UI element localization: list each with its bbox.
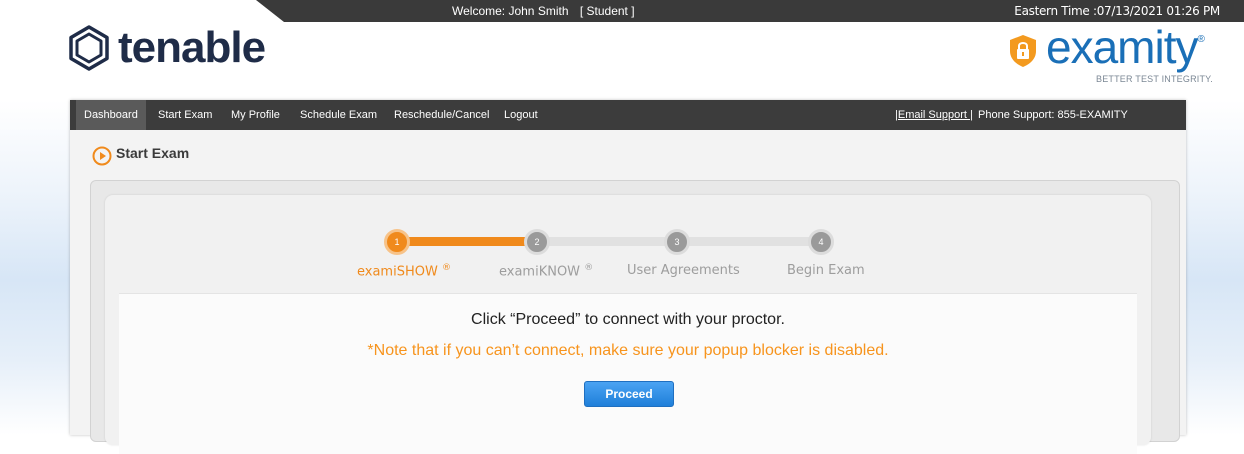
step-label-2-sup: ® bbox=[584, 263, 594, 273]
lock-shield-icon bbox=[1010, 35, 1036, 67]
page-title: Start Exam bbox=[116, 145, 190, 161]
step-circle-1: 1 bbox=[384, 229, 410, 255]
welcome-user: Welcome: John Smith bbox=[452, 4, 569, 18]
examity-registered-mark: ® bbox=[1197, 34, 1204, 45]
tenable-logo: tenable bbox=[66, 23, 266, 72]
phone-support: Phone Support: 855-EXAMITY bbox=[978, 109, 1128, 121]
exam-stepper: 1 2 3 4 examiSHOW ® examiKNOW ® User Agr… bbox=[105, 195, 1151, 279]
proceed-card: Click “Proceed” to connect with your pro… bbox=[119, 293, 1137, 454]
top-bar: Welcome: John Smith [ Student ] Eastern … bbox=[0, 0, 1244, 22]
tenable-wordmark: tenable bbox=[118, 23, 266, 72]
tenable-hexagon-icon bbox=[69, 25, 109, 71]
user-role: [ Student ] bbox=[579, 4, 635, 18]
step-label-1: examiSHOW ® bbox=[357, 263, 451, 279]
page-header: Start Exam bbox=[70, 130, 1186, 172]
examity-wordmark-text: examity bbox=[1046, 21, 1198, 73]
nav-schedule-exam[interactable]: Schedule Exam bbox=[300, 100, 377, 130]
step-label-1-sup: ® bbox=[441, 263, 451, 273]
step-track-3-4 bbox=[677, 237, 817, 246]
exam-panel: 1 2 3 4 examiSHOW ® examiKNOW ® User Agr… bbox=[105, 195, 1151, 454]
step-circle-4: 4 bbox=[808, 229, 834, 255]
welcome-text: Welcome: John Smith [ Student ] bbox=[452, 4, 635, 18]
nav-my-profile[interactable]: My Profile bbox=[231, 100, 280, 130]
nav-start-exam[interactable]: Start Exam bbox=[158, 100, 212, 130]
nav-dashboard[interactable]: Dashboard bbox=[76, 100, 146, 130]
main-frame: Dashboard Start Exam My Profile Schedule… bbox=[70, 100, 1186, 454]
step-label-4: Begin Exam bbox=[787, 263, 865, 278]
nav-reschedule-cancel[interactable]: Reschedule/Cancel bbox=[394, 100, 489, 130]
exam-panel-outer: 1 2 3 4 examiSHOW ® examiKNOW ® User Agr… bbox=[90, 180, 1180, 454]
step-circle-3: 3 bbox=[664, 229, 690, 255]
step-track-2-3 bbox=[537, 237, 677, 246]
popup-blocker-note: *Note that if you can’t connect, make su… bbox=[367, 342, 889, 359]
step-label-2-text: examiKNOW bbox=[499, 264, 581, 280]
nav-logout[interactable]: Logout bbox=[504, 100, 538, 130]
step-label-3: User Agreements bbox=[627, 263, 740, 278]
examity-logo: examity® BETTER TEST INTEGRITY. bbox=[1008, 20, 1213, 98]
proceed-instruction: Click “Proceed” to connect with your pro… bbox=[471, 311, 785, 328]
step-circle-2: 2 bbox=[524, 229, 550, 255]
play-circle-icon bbox=[92, 146, 112, 166]
step-track-1-2 bbox=[407, 237, 537, 246]
step-label-2: examiKNOW ® bbox=[499, 263, 593, 279]
email-support-link[interactable]: |Email Support | bbox=[895, 100, 973, 130]
main-nav: Dashboard Start Exam My Profile Schedule… bbox=[70, 100, 1186, 130]
eastern-time: Eastern Time :07/13/2021 01:26 PM bbox=[1014, 4, 1220, 18]
examity-wordmark: examity® bbox=[1046, 20, 1205, 74]
step-label-1-text: examiSHOW bbox=[357, 264, 438, 280]
proceed-button[interactable]: Proceed bbox=[584, 381, 674, 407]
examity-tagline: BETTER TEST INTEGRITY. bbox=[1096, 74, 1213, 84]
